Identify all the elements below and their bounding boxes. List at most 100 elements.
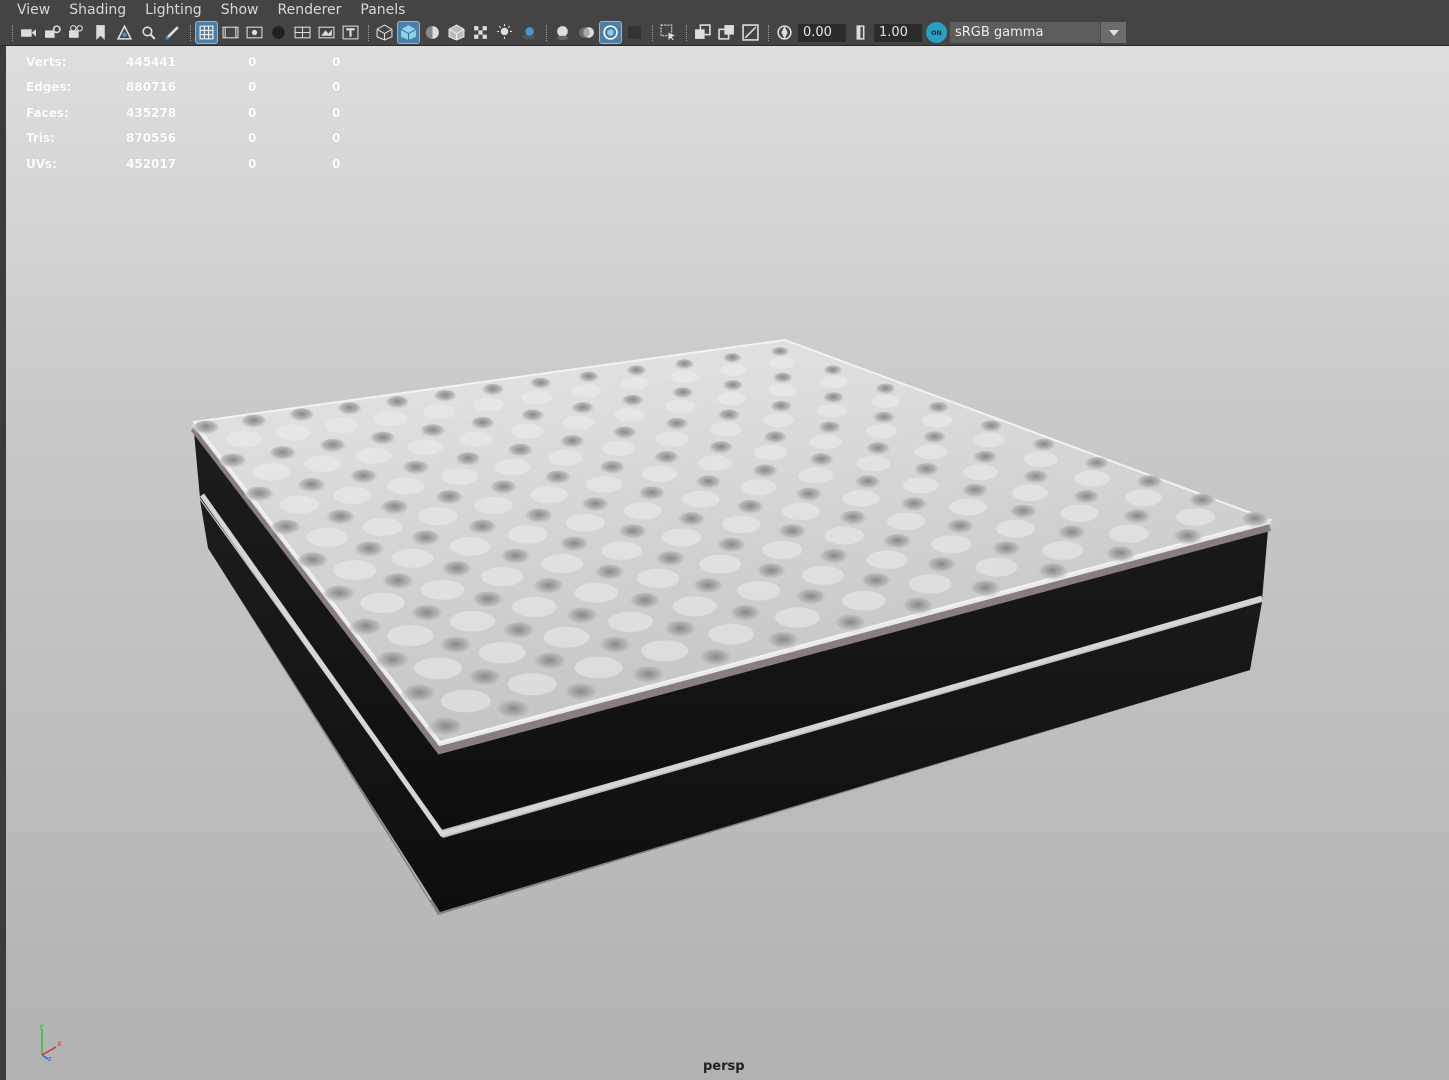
menu-panels[interactable]: Panels: [360, 0, 405, 20]
tuft-dimple: [532, 652, 568, 673]
bookmark-icon[interactable]: [90, 22, 111, 43]
xray-joints-icon[interactable]: [740, 22, 761, 43]
tuft-dimple: [839, 510, 868, 527]
tuft-cushion: [763, 413, 795, 428]
tuft-dimple: [926, 557, 957, 575]
menu-shading[interactable]: Shading: [69, 0, 126, 20]
chevron-down-icon[interactable]: [1100, 22, 1126, 43]
xray-active-components-icon[interactable]: [716, 22, 737, 43]
tuft-dimple: [628, 592, 661, 611]
tuft-cushion: [672, 596, 717, 617]
hud-label: Faces:: [26, 105, 69, 120]
tuft-dimple: [532, 578, 565, 596]
tuft-cushion: [574, 656, 623, 679]
camera-tools-icon[interactable]: [66, 22, 87, 43]
tuft-dimple: [860, 573, 892, 591]
screen-space-ambient-occlusion-icon[interactable]: [552, 22, 573, 43]
tuft-cushion: [641, 640, 689, 662]
tuft-cushion: [866, 550, 908, 570]
tuft-cushion: [709, 422, 742, 437]
menu-view[interactable]: View: [17, 0, 50, 20]
tuft-dimple: [349, 618, 383, 638]
two-d-pan-zoom-icon[interactable]: [138, 22, 159, 43]
tuft-cushion: [856, 455, 891, 472]
use-all-lights-icon[interactable]: [494, 22, 515, 43]
tuft-cushion: [407, 439, 443, 456]
tuft-dimple: [524, 508, 553, 525]
tuft-cushion: [1074, 470, 1110, 487]
tuft-dimple: [297, 478, 326, 494]
depth-of-field-icon[interactable]: [624, 22, 645, 43]
xray-icon[interactable]: [692, 22, 713, 43]
tuft-dimple: [410, 530, 441, 548]
tuft-cushion: [931, 535, 972, 554]
exposure-field[interactable]: 0.00: [798, 23, 846, 42]
mattress-model[interactable]: [6, 46, 1449, 1080]
image-plane-icon[interactable]: [114, 22, 135, 43]
wireframe-icon[interactable]: [374, 22, 395, 43]
tuft-cushion: [768, 384, 797, 397]
perspective-viewport[interactable]: Verts: 445441 0 0 Edges: 880716 0 0 Face…: [6, 46, 1449, 1080]
tuft-cushion: [921, 413, 953, 428]
tuft-cushion: [423, 404, 456, 419]
tuft-dimple: [219, 453, 247, 469]
tuft-dimple: [521, 409, 545, 423]
menu-show[interactable]: Show: [221, 0, 259, 20]
tuft-dimple: [1105, 546, 1136, 564]
wireframe-on-shaded-icon[interactable]: [446, 22, 467, 43]
tuft-dimple: [571, 402, 594, 415]
axis-y-label: y: [39, 1021, 44, 1030]
camera-attributes-icon[interactable]: [42, 22, 63, 43]
gamma-field[interactable]: 1.00: [874, 23, 922, 42]
default-material-icon[interactable]: [422, 22, 443, 43]
select-camera-icon[interactable]: [18, 22, 39, 43]
tuft-cushion: [719, 363, 747, 376]
tuft-cushion: [472, 397, 504, 412]
field-chart-icon[interactable]: [292, 22, 313, 43]
tuft-cushion: [333, 560, 377, 580]
tuft-cushion: [708, 623, 754, 645]
tuft-cushion: [362, 517, 403, 536]
color-management-toggle-icon[interactable]: ON: [926, 22, 947, 43]
tuft-dimple: [900, 497, 928, 513]
tuft-dimple: [1009, 504, 1038, 521]
tuft-cushion: [507, 525, 548, 544]
exposure-icon[interactable]: [774, 22, 795, 43]
tuft-cushion: [1109, 524, 1149, 543]
hud-value: 0: [248, 105, 257, 120]
tuft-dimple: [581, 497, 610, 513]
tuft-cushion: [1060, 504, 1099, 522]
safe-title-icon[interactable]: [340, 22, 361, 43]
tuft-dimple: [655, 551, 686, 569]
safe-action-icon[interactable]: [316, 22, 337, 43]
tuft-cushion: [975, 557, 1018, 577]
multisample-anti-aliasing-icon[interactable]: [599, 21, 622, 44]
isolate-select-icon[interactable]: [658, 22, 679, 43]
motion-blur-icon[interactable]: [576, 22, 597, 43]
tuft-cushion: [510, 423, 544, 439]
menu-lighting[interactable]: Lighting: [145, 0, 202, 20]
tuft-dimple: [654, 451, 679, 465]
grease-pencil-icon[interactable]: [162, 22, 183, 43]
tuft-cushion: [665, 399, 696, 414]
grid-icon[interactable]: [195, 21, 218, 44]
shadows-icon[interactable]: [518, 22, 539, 43]
smooth-shade-icon[interactable]: [397, 21, 420, 44]
gamma-icon[interactable]: [850, 22, 871, 43]
tuft-dimple: [323, 585, 356, 604]
tuft-dimple: [866, 442, 890, 456]
resolution-gate-icon[interactable]: [244, 22, 265, 43]
tuft-cushion: [449, 537, 491, 556]
tuft-cushion: [602, 440, 636, 456]
film-gate-icon[interactable]: [220, 22, 241, 43]
tuft-dimple: [297, 552, 329, 571]
textured-icon[interactable]: [470, 22, 491, 43]
tuft-cushion: [798, 467, 834, 484]
tuft-cushion: [601, 541, 643, 560]
tuft-dimple: [544, 470, 571, 486]
menu-renderer[interactable]: Renderer: [277, 0, 341, 20]
gate-mask-icon[interactable]: [268, 22, 289, 43]
view-transform-dropdown[interactable]: sRGB gamma: [950, 22, 1126, 43]
tuft-cushion: [902, 477, 939, 494]
tuft-cushion: [623, 502, 662, 520]
